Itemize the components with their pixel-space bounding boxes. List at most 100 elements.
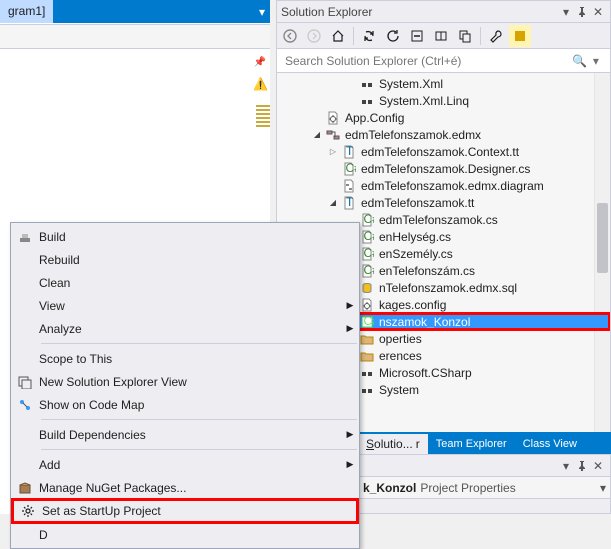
- menu-separator: [41, 419, 357, 420]
- window-menu-icon[interactable]: ▾: [558, 4, 574, 20]
- expander-icon[interactable]: [327, 197, 339, 209]
- tree-item-label: enHelység.cs: [379, 230, 451, 244]
- sql-icon: [359, 280, 375, 296]
- menu-item[interactable]: Rebuild: [11, 248, 359, 271]
- expander-icon[interactable]: [327, 146, 339, 158]
- menu-item[interactable]: View▶: [11, 294, 359, 317]
- menu-item-label: View: [39, 299, 341, 313]
- menu-item-label: Rebuild: [39, 253, 359, 267]
- forward-icon[interactable]: [303, 25, 325, 47]
- tree-item[interactable]: System.Xml.Linq: [277, 92, 610, 109]
- menu-item[interactable]: Build: [11, 225, 359, 248]
- tab-class-view[interactable]: Class View: [515, 434, 585, 454]
- tab-team-explorer[interactable]: Team Explorer: [428, 434, 515, 454]
- tree-item-label: operties: [379, 332, 422, 346]
- tt-icon: T: [341, 195, 357, 211]
- tree-item-label: edmTelefonszamok.Context.tt: [361, 145, 519, 159]
- svg-text:C#: C#: [364, 315, 375, 328]
- doc-tab-label: gram1]: [8, 4, 45, 18]
- show-all-icon[interactable]: [430, 25, 452, 47]
- tree-item-label: System: [379, 383, 419, 397]
- menu-item-label: Show on Code Map: [39, 398, 359, 412]
- expander-icon[interactable]: [311, 129, 323, 141]
- sync-icon[interactable]: [358, 25, 380, 47]
- build-icon: [11, 230, 39, 244]
- tree-item-label: kages.config: [379, 298, 446, 312]
- tab-solution-explorer[interactable]: Solutio... r: [358, 434, 428, 454]
- editor-marks: [256, 105, 270, 127]
- properties-icon[interactable]: [485, 25, 507, 47]
- tree-item-label: edmTelefonszamok.edmx.diagram: [361, 179, 544, 193]
- tree-item[interactable]: App.Config: [277, 109, 610, 126]
- menu-item-label: New Solution Explorer View: [39, 375, 359, 389]
- scrollbar[interactable]: [594, 73, 610, 447]
- tab-label-suffix: r: [416, 437, 420, 451]
- solution-explorer-titlebar: Solution Explorer ▾ ✕: [277, 1, 610, 23]
- submenu-arrow-icon: ▶: [341, 459, 359, 470]
- menu-item[interactable]: Analyze▶: [11, 317, 359, 340]
- tree-item-label: edmTelefonszamok.edmx: [345, 128, 481, 142]
- gear-icon: [14, 504, 42, 518]
- menu-item[interactable]: Manage NuGet Packages...: [11, 476, 359, 499]
- menu-item[interactable]: Set as StartUp Project: [11, 498, 359, 524]
- dropdown-icon[interactable]: ▾: [600, 481, 606, 495]
- tree-item[interactable]: TedmTelefonszamok.Context.tt: [277, 143, 610, 160]
- menu-item[interactable]: D: [11, 523, 359, 546]
- pin-icon[interactable]: [574, 458, 590, 474]
- folder-icon: [359, 331, 375, 347]
- tree-item-label: edmTelefonszamok.cs: [379, 213, 498, 227]
- editor-breadcrumb: [0, 25, 270, 49]
- scrollbar-thumb[interactable]: [597, 203, 608, 273]
- close-icon[interactable]: ✕: [590, 458, 606, 474]
- cs-icon: C#: [359, 263, 375, 279]
- tree-item-label: System.Xml: [379, 77, 443, 91]
- tree-item[interactable]: C#edmTelefonszamok.Designer.cs: [277, 160, 610, 177]
- newview-icon: [11, 375, 39, 389]
- codemap-icon: [11, 398, 39, 412]
- menu-item-label: Build: [39, 230, 359, 244]
- tree-item[interactable]: TedmTelefonszamok.tt: [277, 194, 610, 211]
- doc-tab[interactable]: gram1]: [0, 0, 53, 23]
- home-icon[interactable]: [327, 25, 349, 47]
- menu-item-label: Manage NuGet Packages...: [39, 481, 359, 495]
- menu-item[interactable]: New Solution Explorer View: [11, 370, 359, 393]
- menu-item[interactable]: Clean: [11, 271, 359, 294]
- pin-icon[interactable]: 📌: [254, 57, 266, 68]
- menu-item-label: Build Dependencies: [39, 428, 341, 442]
- preview-icon[interactable]: [509, 25, 531, 47]
- tt-icon: T: [341, 144, 357, 160]
- svg-text:C#: C#: [364, 213, 375, 226]
- properties-object-type: Project Properties: [420, 481, 515, 495]
- window-menu-icon[interactable]: ▾: [558, 458, 574, 474]
- collapse-icon[interactable]: [406, 25, 428, 47]
- copy-icon[interactable]: [454, 25, 476, 47]
- back-icon[interactable]: [279, 25, 301, 47]
- ref-icon: [359, 382, 375, 398]
- refresh-icon[interactable]: [382, 25, 404, 47]
- search-dropdown-icon[interactable]: ▾: [588, 54, 604, 68]
- search-input[interactable]: [283, 53, 572, 69]
- tree-item[interactable]: edmTelefonszamok.edmx: [277, 126, 610, 143]
- close-icon[interactable]: ✕: [590, 4, 606, 20]
- menu-item[interactable]: Scope to This: [11, 347, 359, 370]
- pin-icon[interactable]: [574, 4, 590, 20]
- search-icon[interactable]: 🔍: [572, 54, 588, 68]
- menu-item[interactable]: Show on Code Map: [11, 393, 359, 416]
- tree-item-label: System.Xml.Linq: [379, 94, 469, 108]
- menu-separator: [41, 343, 357, 344]
- tree-item-label: enTelefonszám.cs: [379, 264, 475, 278]
- svg-text:C#: C#: [346, 162, 357, 175]
- submenu-arrow-icon: ▶: [341, 429, 359, 440]
- menu-item-label: Set as StartUp Project: [42, 504, 356, 518]
- doc-tab-bar: gram1] ▾: [0, 0, 270, 23]
- tree-item[interactable]: edmTelefonszamok.edmx.diagram: [277, 177, 610, 194]
- tree-item[interactable]: System.Xml: [277, 75, 610, 92]
- menu-item[interactable]: Build Dependencies▶: [11, 423, 359, 446]
- menu-item-label: Analyze: [39, 322, 341, 336]
- menu-item[interactable]: Add▶: [11, 453, 359, 476]
- doc-dropdown-icon[interactable]: ▾: [254, 4, 270, 20]
- menu-item-label: Scope to This: [39, 352, 359, 366]
- solution-explorer-title: Solution Explorer: [281, 5, 558, 19]
- solution-explorer-search[interactable]: 🔍 ▾: [277, 49, 610, 73]
- cs-icon: C#: [341, 161, 357, 177]
